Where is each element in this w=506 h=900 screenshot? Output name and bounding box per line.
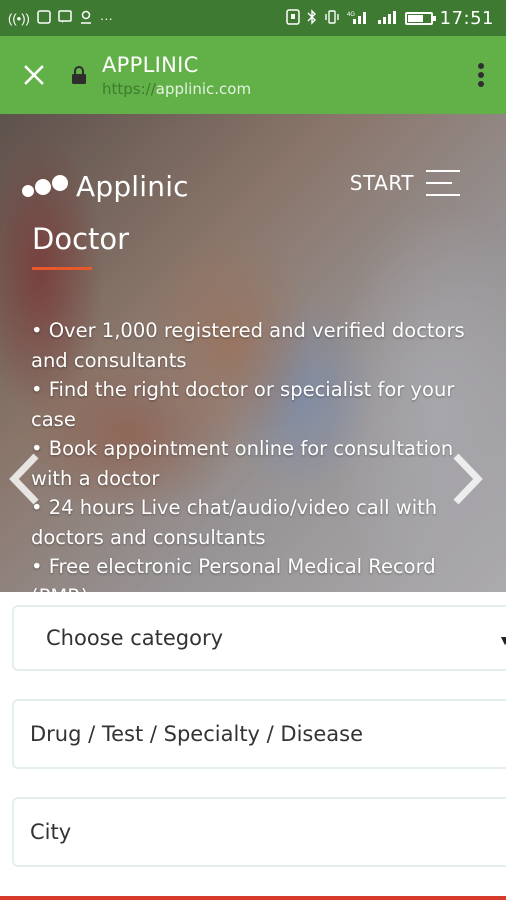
url-text: https://applinic.com [102, 80, 456, 98]
search-form: Choose category ▼ Drug / Test / Specialt… [0, 592, 506, 900]
drug-test-specialty-placeholder: Drug / Test / Specialty / Disease [30, 722, 363, 746]
lock-icon[interactable] [68, 55, 90, 95]
signal-icon [376, 10, 398, 26]
sim-icon [37, 10, 51, 26]
nfc-icon [285, 9, 300, 27]
signal-icon: 4G [347, 10, 369, 26]
svg-text:4G: 4G [347, 12, 355, 18]
carousel-prev-button[interactable] [6, 452, 42, 506]
category-select[interactable]: Choose category ▼ [12, 605, 506, 671]
battery-icon [404, 11, 436, 25]
clock: 17:51 [439, 7, 494, 29]
status-bar: ((•)) ··· 4G 17:51 [0, 0, 506, 36]
chevron-left-icon [9, 453, 39, 505]
feature-item: • Over 1,000 registered and verified doc… [31, 319, 465, 372]
city-input[interactable]: City [12, 797, 506, 867]
chevron-right-icon [453, 453, 483, 505]
status-right-icons: 4G 17:51 [285, 7, 494, 29]
more-vert-icon [478, 63, 484, 87]
feature-item: • Free electronic Personal Medical Recor… [31, 555, 436, 592]
feature-item: • Find the right doctor or specialist fo… [31, 378, 455, 431]
search-button-edge[interactable] [0, 896, 506, 900]
page-title: APPLINIC [102, 52, 199, 77]
hotspot-icon: ((•)) [8, 10, 30, 26]
city-placeholder: City [30, 820, 72, 844]
browser-toolbar: APPLINIC https://applinic.com [0, 36, 506, 114]
address-bar[interactable]: APPLINIC https://applinic.com [102, 53, 456, 98]
notification-icon [79, 10, 93, 26]
feature-list: • Over 1,000 registered and verified doc… [31, 316, 471, 592]
category-select-value: Choose category [46, 626, 224, 650]
hamburger-icon [426, 170, 460, 196]
url-scheme: https:// [102, 79, 156, 98]
title-underline [32, 267, 92, 270]
hero-title: Doctor [32, 222, 130, 256]
status-left-icons: ((•)) ··· [8, 10, 113, 26]
feature-item: • Book appointment online for consultati… [31, 437, 454, 490]
feature-item: • 24 hours Live chat/audio/video call wi… [31, 496, 438, 549]
more-icon: ··· [99, 10, 113, 26]
start-label: START [349, 171, 414, 195]
carousel-next-button[interactable] [450, 452, 486, 506]
brand-name: Applinic [76, 170, 189, 203]
brand-logo[interactable]: Applinic [22, 170, 189, 203]
hero-carousel: Applinic START Doctor • Over 1,000 regis… [0, 114, 506, 592]
logo-dots-icon [22, 173, 70, 201]
url-host: applinic.com [155, 79, 252, 98]
drug-test-specialty-input[interactable]: Drug / Test / Specialty / Disease [12, 699, 506, 769]
close-icon [24, 65, 44, 85]
bluetooth-icon [307, 9, 317, 27]
message-icon [58, 10, 72, 26]
chevron-down-icon: ▼ [498, 632, 506, 648]
close-button[interactable] [0, 36, 68, 114]
overflow-menu-button[interactable] [456, 36, 506, 114]
vibrate-icon [324, 9, 340, 27]
start-menu-button[interactable]: START [350, 170, 460, 196]
